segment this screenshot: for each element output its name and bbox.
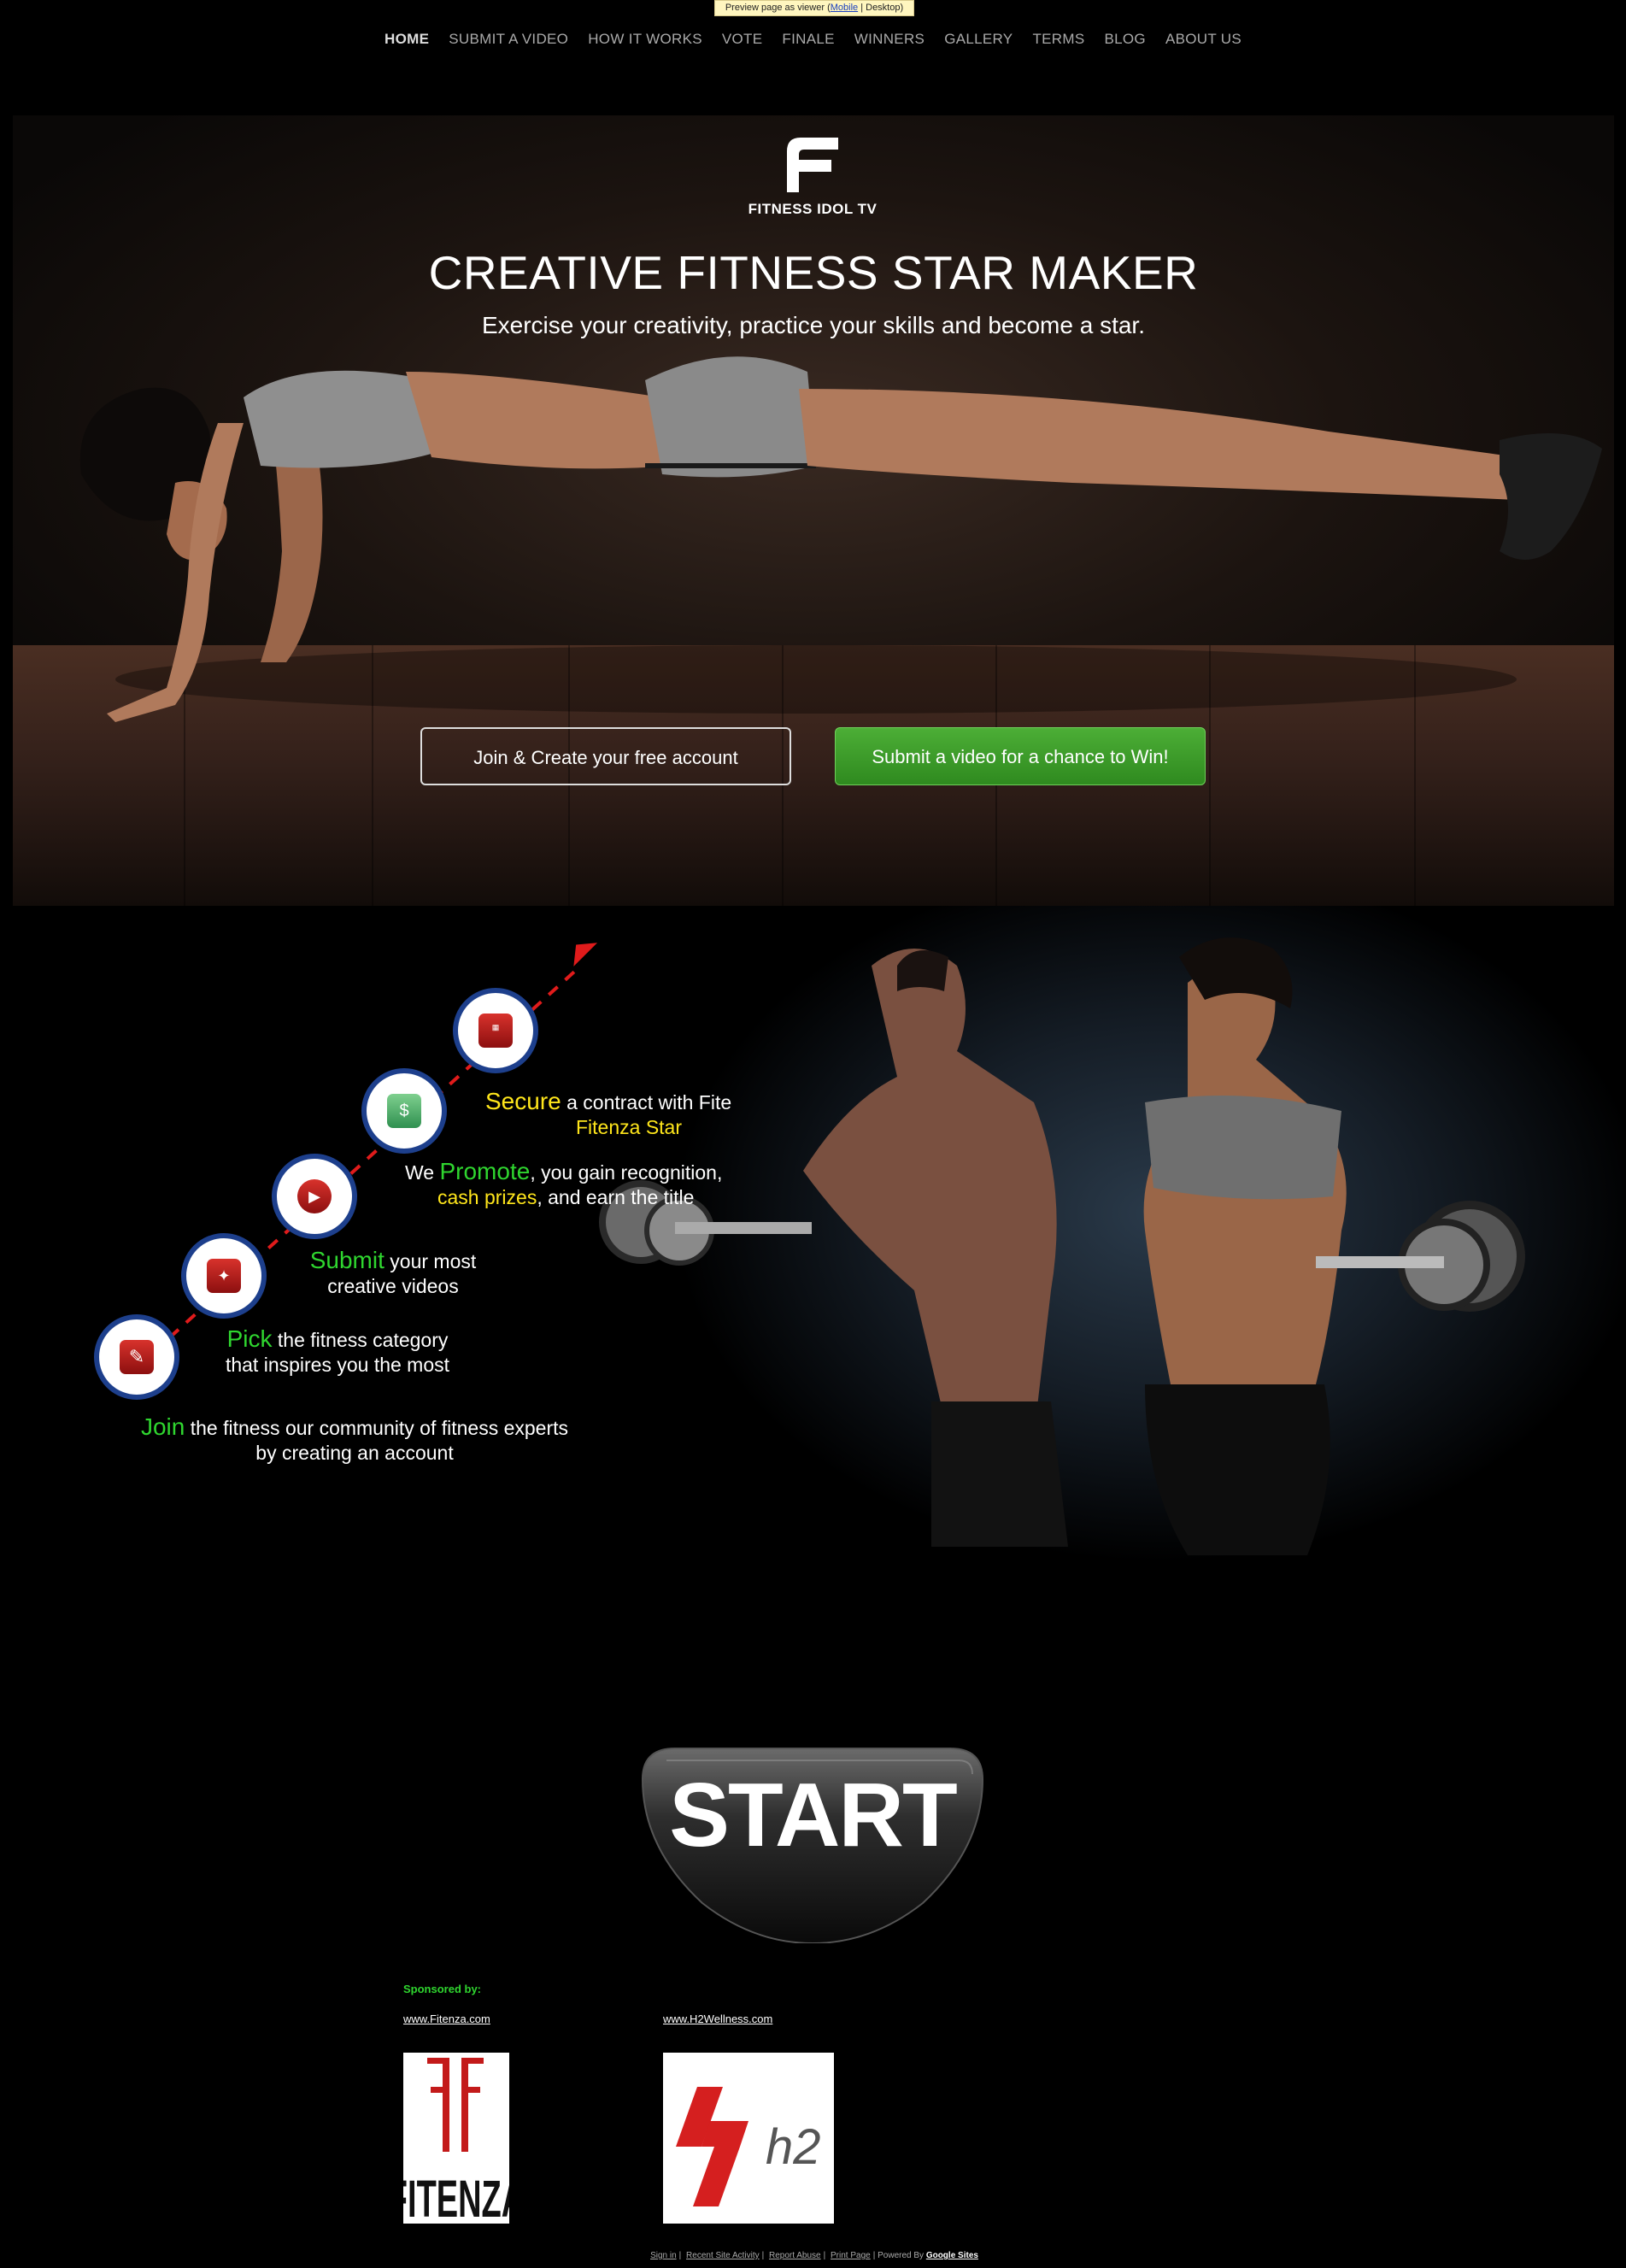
join-text: the fitness our community of fitness exp… (185, 1417, 569, 1439)
money-icon: $ (387, 1094, 421, 1128)
promote-line2: , and earn the title (537, 1186, 695, 1208)
fitenza-link[interactable]: www.Fitenza.com (403, 2012, 490, 2025)
step-submit-circle: ▶ (272, 1154, 357, 1239)
step-secure-circle: ▦ (453, 988, 538, 1073)
join-line2: by creating an account (255, 1442, 454, 1464)
fitness-idol-logo-icon (787, 138, 838, 192)
secure-keyword: Secure (485, 1089, 561, 1114)
secure-text: a contract with Fite (561, 1091, 732, 1113)
promote-cash-prizes: cash prizes (437, 1186, 537, 1208)
nav-about-us[interactable]: ABOUT US (1165, 31, 1242, 48)
preview-bar: Preview page as viewer (Mobile | Desktop… (714, 0, 914, 16)
submit-text: your most (384, 1250, 477, 1272)
start-label[interactable]: START (641, 1764, 984, 1867)
powered-by-label: Powered By (878, 2251, 925, 2260)
desktop-label: Desktop (866, 3, 901, 13)
sign-in-link[interactable]: Sign in (650, 2251, 677, 2260)
nav-finale[interactable]: FINALE (782, 31, 834, 48)
nav-home[interactable]: HOME (384, 31, 429, 48)
fitenza-logo[interactable]: FITENZA (388, 2053, 525, 2228)
print-page-link[interactable]: Print Page (831, 2251, 871, 2260)
pencil-icon: ✎ (120, 1340, 154, 1374)
pick-text: the fitness category (272, 1329, 449, 1351)
mobile-link[interactable]: Mobile (831, 3, 858, 13)
secure-line2: Fitenza Star (576, 1116, 682, 1138)
preview-suffix: ) (900, 3, 904, 13)
pick-line2: that inspires you the most (225, 1354, 450, 1376)
step-secure-text: Secure a contract with Fite Fitenza Star (485, 1089, 742, 1140)
brand-name: FITNESS IDOL TV (748, 201, 878, 217)
hero-title: CREATIVE FITNESS STAR MAKER (428, 246, 1199, 299)
step-promote-circle: $ (361, 1068, 447, 1154)
sponsored-by-label: Sponsored by: (403, 1983, 482, 1995)
step-join-text: Join the fitness our community of fitnes… (103, 1414, 607, 1466)
nav-terms[interactable]: TERMS (1032, 31, 1084, 48)
join-create-account-button[interactable]: Join & Create your free account (420, 727, 791, 785)
step-join-circle: ✎ (94, 1314, 179, 1400)
report-abuse-link[interactable]: Report Abuse (769, 2251, 821, 2260)
cursor-click-icon: ✦ (207, 1259, 241, 1293)
pushup-woman-image (79, 356, 1602, 722)
preview-separator: | (858, 3, 866, 13)
join-keyword: Join (140, 1413, 185, 1440)
nav-blog[interactable]: BLOG (1104, 31, 1145, 48)
fitenza-logo-text: FITENZA (403, 2170, 509, 2224)
submit-line2: creative videos (327, 1275, 459, 1297)
how-it-works-steps: ▦ $ ▶ ✦ ✎ Secure a contract with Fite Fi… (0, 906, 1626, 1589)
footer: Sign in | Recent Site Activity | Report Ab… (650, 2251, 978, 2260)
h2wellness-link[interactable]: www.H2Wellness.com (663, 2012, 772, 2025)
promote-keyword: Promote (439, 1159, 531, 1184)
submit-video-button[interactable]: Submit a video for a chance to Win! (835, 727, 1206, 785)
contract-icon: ▦ (478, 1014, 513, 1048)
main-nav: HOME SUBMIT A VIDEO HOW IT WORKS VOTE FI… (0, 31, 1626, 48)
pick-keyword: Pick (226, 1325, 273, 1352)
h2-logo[interactable]: h2 (663, 2053, 834, 2224)
preview-prefix: Preview page as viewer ( (725, 3, 831, 13)
hero-subtitle: Exercise your creativity, practice your … (481, 312, 1145, 338)
nav-winners[interactable]: WINNERS (854, 31, 925, 48)
nav-vote[interactable]: VOTE (722, 31, 763, 48)
submit-keyword: Submit (309, 1247, 384, 1273)
step-pick-circle: ✦ (181, 1233, 267, 1319)
nav-how-it-works[interactable]: HOW IT WORKS (588, 31, 702, 48)
nav-gallery[interactable]: GALLERY (944, 31, 1013, 48)
step-submit-text: Submit your most creative videos (291, 1248, 496, 1299)
recent-activity-link[interactable]: Recent Site Activity (686, 2251, 760, 2260)
nav-submit-a-video[interactable]: SUBMIT A VIDEO (449, 31, 568, 48)
step-pick-text: Pick the fitness category that inspires … (205, 1326, 470, 1378)
promote-text: , you gain recognition, (530, 1161, 723, 1184)
video-camera-icon: ▶ (297, 1179, 332, 1213)
h2-logo-text: h2 (766, 2119, 821, 2175)
promote-pre: We (405, 1161, 440, 1184)
google-sites-link[interactable]: Google Sites (926, 2251, 978, 2260)
step-promote-text: We Promote, you gain recognition, cash p… (405, 1159, 743, 1210)
hero-banner: FITNESS IDOL TV CREATIVE FITNESS STAR MA… (13, 115, 1614, 906)
